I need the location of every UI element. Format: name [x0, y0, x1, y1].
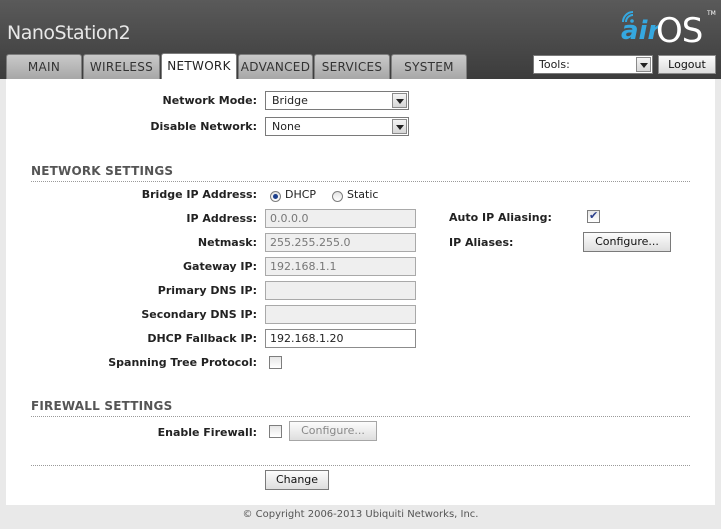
- network-settings-panel: Network Mode: Bridge Disable Network: No…: [6, 79, 715, 505]
- static-radio[interactable]: [332, 191, 343, 202]
- chevron-down-icon: [392, 93, 407, 108]
- tools-dropdown-value: Tools:: [539, 58, 570, 71]
- enable-firewall-label: Enable Firewall:: [157, 426, 257, 439]
- logo-os-text: OS: [656, 11, 703, 51]
- network-mode-value: Bridge: [272, 94, 308, 107]
- netmask-label: Netmask:: [197, 236, 257, 249]
- logout-button[interactable]: Logout: [658, 55, 716, 74]
- tools-dropdown[interactable]: Tools:: [533, 55, 653, 74]
- gateway-ip-field[interactable]: 192.168.1.1: [265, 257, 416, 276]
- network-settings-title: NETWORK SETTINGS: [31, 164, 174, 178]
- primary-dns-label: Primary DNS IP:: [157, 284, 257, 297]
- dhcp-fallback-label: DHCP Fallback IP:: [147, 332, 257, 345]
- firewall-settings-title: FIREWALL SETTINGS: [31, 399, 173, 413]
- static-radio-label: Static: [347, 188, 379, 201]
- airos-logo: air OS TM: [618, 8, 716, 51]
- enable-firewall-checkbox[interactable]: [269, 425, 282, 438]
- tab-system[interactable]: SYSTEM: [391, 54, 467, 79]
- copyright-footer: © Copyright 2006-2013 Ubiquiti Networks,…: [242, 509, 479, 520]
- logo-air-text: air: [621, 16, 661, 46]
- tab-services[interactable]: SERVICES: [314, 54, 390, 79]
- tab-main[interactable]: MAIN: [6, 54, 82, 79]
- secondary-dns-field[interactable]: [265, 305, 416, 324]
- firewall-configure-button[interactable]: Configure...: [289, 421, 377, 441]
- stp-checkbox[interactable]: [269, 356, 282, 369]
- ip-address-field[interactable]: 0.0.0.0: [265, 209, 416, 228]
- section-divider: [31, 181, 690, 182]
- network-mode-select[interactable]: Bridge: [265, 91, 409, 110]
- ip-aliases-label: IP Aliases:: [449, 236, 514, 249]
- network-mode-label: Network Mode:: [162, 94, 257, 107]
- gateway-ip-label: Gateway IP:: [183, 260, 257, 273]
- disable-network-label: Disable Network:: [150, 120, 257, 133]
- tab-advanced[interactable]: ADVANCED: [238, 54, 313, 79]
- header-bar: NanoStation2 air OS TM MAIN WIRELESS NET…: [0, 0, 721, 79]
- bridge-ip-label: Bridge IP Address:: [141, 188, 257, 201]
- disable-network-select[interactable]: None: [265, 117, 409, 136]
- disable-network-value: None: [272, 120, 301, 133]
- netmask-field[interactable]: 255.255.255.0: [265, 233, 416, 252]
- auto-ip-aliasing-label: Auto IP Aliasing:: [449, 211, 552, 224]
- chevron-down-icon: [392, 119, 407, 134]
- dhcp-radio-label: DHCP: [285, 188, 317, 201]
- stp-label: Spanning Tree Protocol:: [108, 356, 257, 369]
- change-button[interactable]: Change: [265, 470, 329, 490]
- logo-tm-text: TM: [707, 10, 716, 17]
- tab-network[interactable]: NETWORK: [161, 53, 237, 79]
- ip-address-label: IP Address:: [186, 212, 257, 225]
- secondary-dns-label: Secondary DNS IP:: [141, 308, 257, 321]
- dhcp-fallback-field[interactable]: 192.168.1.20: [265, 329, 416, 348]
- ip-aliases-configure-button[interactable]: Configure...: [583, 232, 671, 252]
- section-divider: [31, 465, 690, 466]
- chevron-down-icon: [636, 57, 651, 72]
- dhcp-radio[interactable]: [270, 191, 281, 202]
- device-name: NanoStation2: [7, 22, 131, 44]
- section-divider: [31, 416, 690, 417]
- auto-ip-aliasing-checkbox[interactable]: [587, 209, 600, 223]
- primary-dns-field[interactable]: [265, 281, 416, 300]
- tab-wireless[interactable]: WIRELESS: [83, 54, 160, 79]
